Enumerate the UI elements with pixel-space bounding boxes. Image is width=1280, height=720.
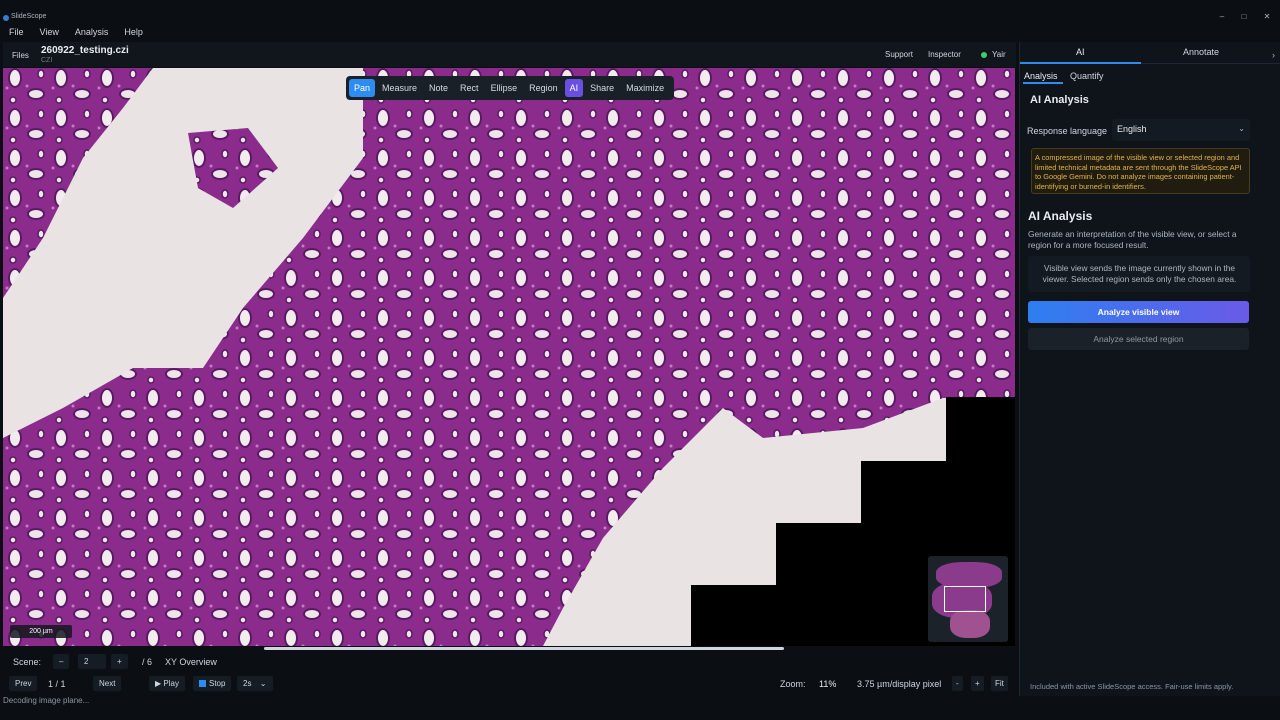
tool-ai[interactable]: AI [564, 79, 584, 97]
tab-annotate[interactable]: Annotate [1183, 47, 1219, 57]
file-name: 260922_testing.czi [41, 45, 129, 56]
chevron-right-icon[interactable]: › [1272, 50, 1275, 60]
minimap[interactable] [928, 556, 1008, 642]
response-language-value: English [1117, 124, 1147, 134]
tool-ellipse[interactable]: Ellipse [486, 79, 523, 97]
analyze-selected-region-button[interactable]: Analyze selected region [1028, 328, 1249, 350]
file-bar: Files 260922_testing.czi CZI Support Ins… [3, 42, 1016, 67]
response-language-label: Response language [1027, 126, 1108, 136]
active-subtab-indicator [1023, 82, 1063, 84]
scene-number-input[interactable]: 2 [78, 654, 106, 669]
analyze-visible-view-button[interactable]: Analyze visible view [1028, 301, 1249, 323]
tool-rect[interactable]: Rect [455, 79, 484, 97]
tool-measure[interactable]: Measure [377, 79, 422, 97]
inspector-button[interactable]: Inspector [928, 50, 961, 59]
menu-analysis[interactable]: Analysis [67, 25, 117, 41]
tool-pan[interactable]: Pan [349, 79, 376, 97]
subtab-quantify[interactable]: Quantify [1070, 71, 1104, 81]
tab-ai[interactable]: AI [1076, 47, 1085, 57]
scene-total: / 6 [142, 657, 153, 667]
zoom-value: 11% [819, 679, 837, 689]
title-bar: SlideScope – □ ✕ [0, 12, 1280, 24]
menu-view[interactable]: View [32, 25, 67, 41]
scene-increment-button[interactable]: + [111, 654, 128, 669]
chevron-down-icon: ⌄ [259, 679, 267, 688]
scope-info-box: Visible view sends the image currently s… [1028, 256, 1250, 292]
prev-button[interactable]: Prev [9, 676, 38, 691]
menu-file[interactable]: File [0, 25, 32, 41]
files-button[interactable]: Files [12, 51, 29, 60]
zoom-out-button[interactable]: - [952, 676, 963, 691]
slide-viewer[interactable] [3, 68, 1015, 646]
user-menu[interactable]: Yair [992, 50, 1006, 59]
interval-select[interactable]: 2s ⌄ [237, 676, 273, 691]
response-language-select[interactable]: English ⌄ [1112, 119, 1250, 141]
menu-bar: File View Analysis Help [0, 25, 1280, 41]
subtab-analysis[interactable]: Analysis [1024, 71, 1058, 81]
scene-label: Scene: [13, 657, 42, 667]
ai-analysis-description: Generate an interpretation of the visibl… [1028, 229, 1237, 250]
support-button[interactable]: Support [885, 50, 913, 59]
tissue-image [3, 68, 1015, 646]
tool-maximize[interactable]: Maximize [621, 79, 669, 97]
viewer-toolbar: Pan Measure Note Rect Ellipse Region AI … [346, 76, 674, 100]
scene-controls: Scene: – 2 + / 6 XY Overview [3, 653, 1016, 671]
resolution-readout: 3.75 µm/display pixel [857, 679, 942, 689]
file-type: CZI [41, 57, 53, 64]
page-indicator: 1 / 1 [48, 679, 66, 689]
panel-tabs: AI Annotate › [1020, 42, 1280, 64]
stop-button[interactable]: Stop [193, 676, 232, 691]
user-status-icon [981, 52, 987, 58]
ai-analysis-title: AI Analysis [1028, 209, 1093, 223]
right-panel: AI Annotate › Analysis Quantify AI Analy… [1019, 42, 1280, 696]
minimap-viewport[interactable] [944, 586, 986, 612]
zoom-label: Zoom: [780, 679, 806, 689]
next-button[interactable]: Next [93, 676, 122, 691]
minimize-button[interactable]: – [1212, 12, 1232, 21]
xy-overview-button[interactable]: XY Overview [165, 657, 217, 667]
close-button[interactable]: ✕ [1257, 12, 1277, 21]
interval-value: 2s [243, 679, 252, 688]
fit-button[interactable]: Fit [991, 676, 1008, 691]
zoom-in-button[interactable]: + [971, 676, 984, 691]
scale-bar: 200 µm [10, 625, 72, 638]
tool-note[interactable]: Note [424, 79, 453, 97]
menu-help[interactable]: Help [116, 25, 151, 41]
app-logo-icon [3, 15, 9, 21]
stop-label: Stop [209, 679, 226, 688]
active-tab-indicator [1020, 62, 1141, 64]
app-title: SlideScope [11, 13, 47, 20]
chevron-down-icon: ⌄ [1238, 124, 1245, 133]
access-footer-note: Included with active SlideScope access. … [1030, 682, 1234, 691]
section-title: AI Analysis [1030, 94, 1089, 106]
scene-decrement-button[interactable]: – [53, 654, 70, 669]
minimap-tissue [950, 610, 990, 638]
stop-icon [199, 680, 206, 687]
tool-region[interactable]: Region [524, 79, 563, 97]
play-button[interactable]: ▶ Play [149, 676, 185, 691]
tool-share[interactable]: Share [585, 79, 619, 97]
maximize-button[interactable]: □ [1234, 12, 1254, 21]
status-bar: Decoding image plane... [0, 696, 1280, 708]
playback-controls: Prev 1 / 1 Next ▶ Play Stop 2s ⌄ Zoom: 1… [3, 674, 1016, 694]
privacy-warning: A compressed image of the visible view o… [1031, 148, 1250, 194]
status-text: Decoding image plane... [3, 696, 90, 705]
horizontal-scrollbar[interactable] [264, 647, 784, 650]
